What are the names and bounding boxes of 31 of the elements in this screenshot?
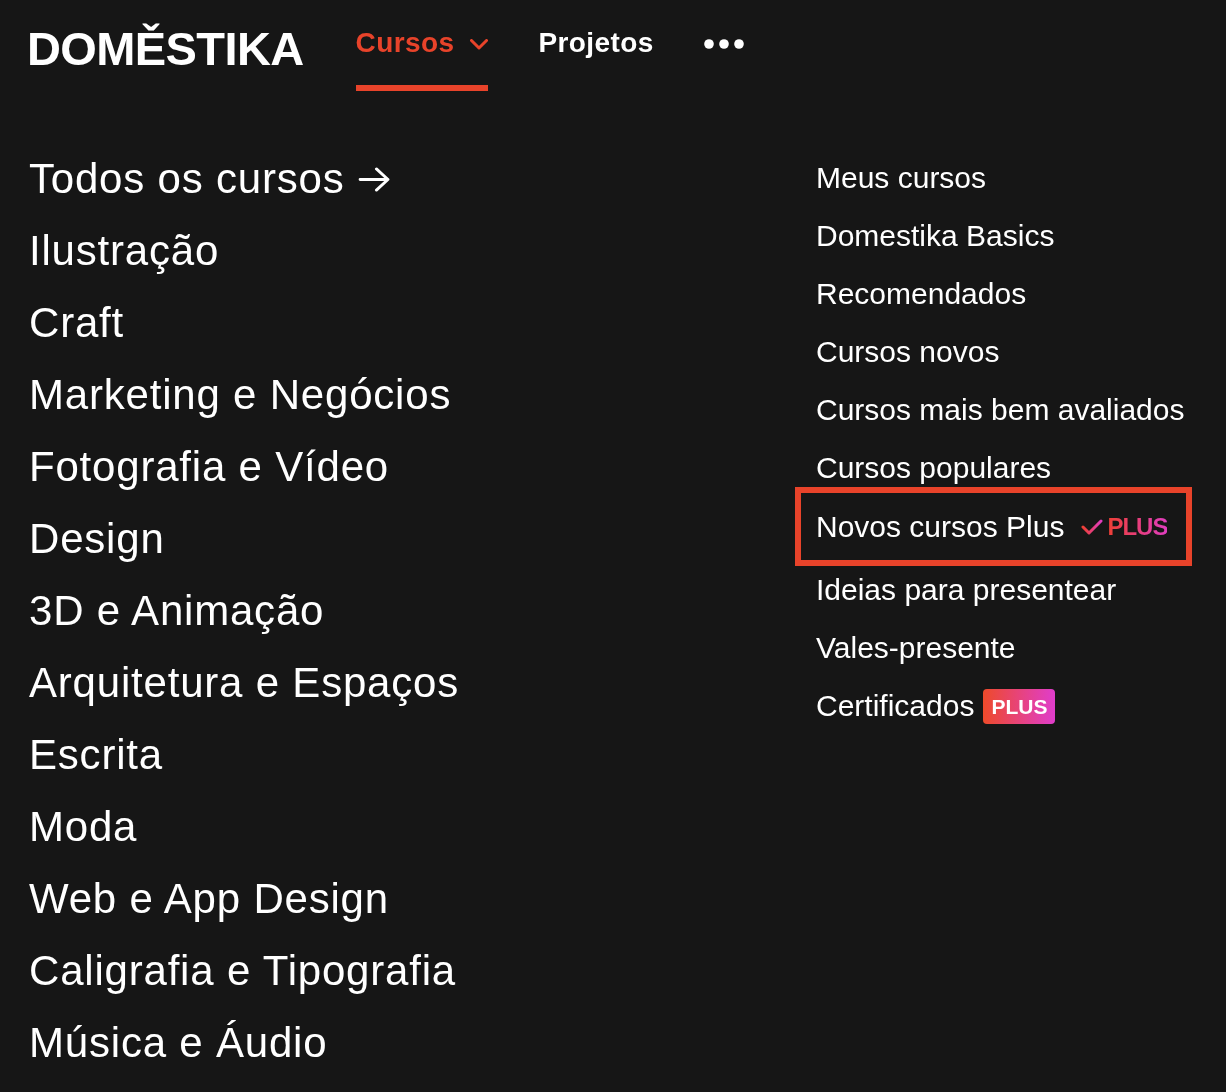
- category-link[interactable]: Caligrafia e Tipografia: [29, 946, 456, 996]
- menu-link[interactable]: Recomendados: [816, 275, 1027, 313]
- check-icon: [1081, 518, 1104, 535]
- menu-link[interactable]: Domestika Basics: [816, 217, 1055, 255]
- menu-link[interactable]: Meus cursos: [816, 159, 987, 197]
- chevron-down-icon: [470, 39, 489, 50]
- arrow-right-icon: [358, 166, 392, 192]
- category-link[interactable]: Música e Áudio: [29, 1018, 328, 1068]
- menu-link[interactable]: Ideias para presentear: [816, 571, 1117, 609]
- menu-link[interactable]: Novos cursos Plus: [816, 507, 1065, 546]
- category-link[interactable]: Escrita: [29, 730, 163, 780]
- category-link[interactable]: Ilustração: [29, 226, 220, 276]
- category-link[interactable]: Web e App Design: [29, 874, 389, 924]
- menu-link[interactable]: Vales-presente: [816, 629, 1016, 667]
- category-link[interactable]: Marketing e Negócios: [29, 370, 452, 420]
- category-link[interactable]: Arquitetura e Espaços: [29, 658, 460, 708]
- plus-badge: PLUS: [983, 688, 1056, 724]
- menu-link[interactable]: Cursos mais bem avaliados: [816, 391, 1185, 429]
- category-link[interactable]: Todos os cursos: [29, 154, 392, 204]
- nav-tab[interactable]: Projetos: [538, 0, 654, 91]
- category-link[interactable]: Design: [29, 514, 165, 564]
- menu-link[interactable]: Cursos populares: [816, 449, 1052, 487]
- category-link[interactable]: Moda: [29, 802, 138, 852]
- category-link[interactable]: Craft: [29, 298, 124, 348]
- menu-link[interactable]: Cursos novos: [816, 333, 1000, 371]
- more-icon[interactable]: [703, 38, 744, 49]
- logo[interactable]: DOMĚSTIKA: [27, 25, 304, 72]
- menu-link[interactable]: Certificados: [816, 687, 975, 725]
- category-link[interactable]: 3D e Animação: [29, 586, 325, 636]
- nav-tab[interactable]: Cursos: [355, 0, 489, 91]
- category-link[interactable]: Fotografia e Vídeo: [29, 442, 389, 492]
